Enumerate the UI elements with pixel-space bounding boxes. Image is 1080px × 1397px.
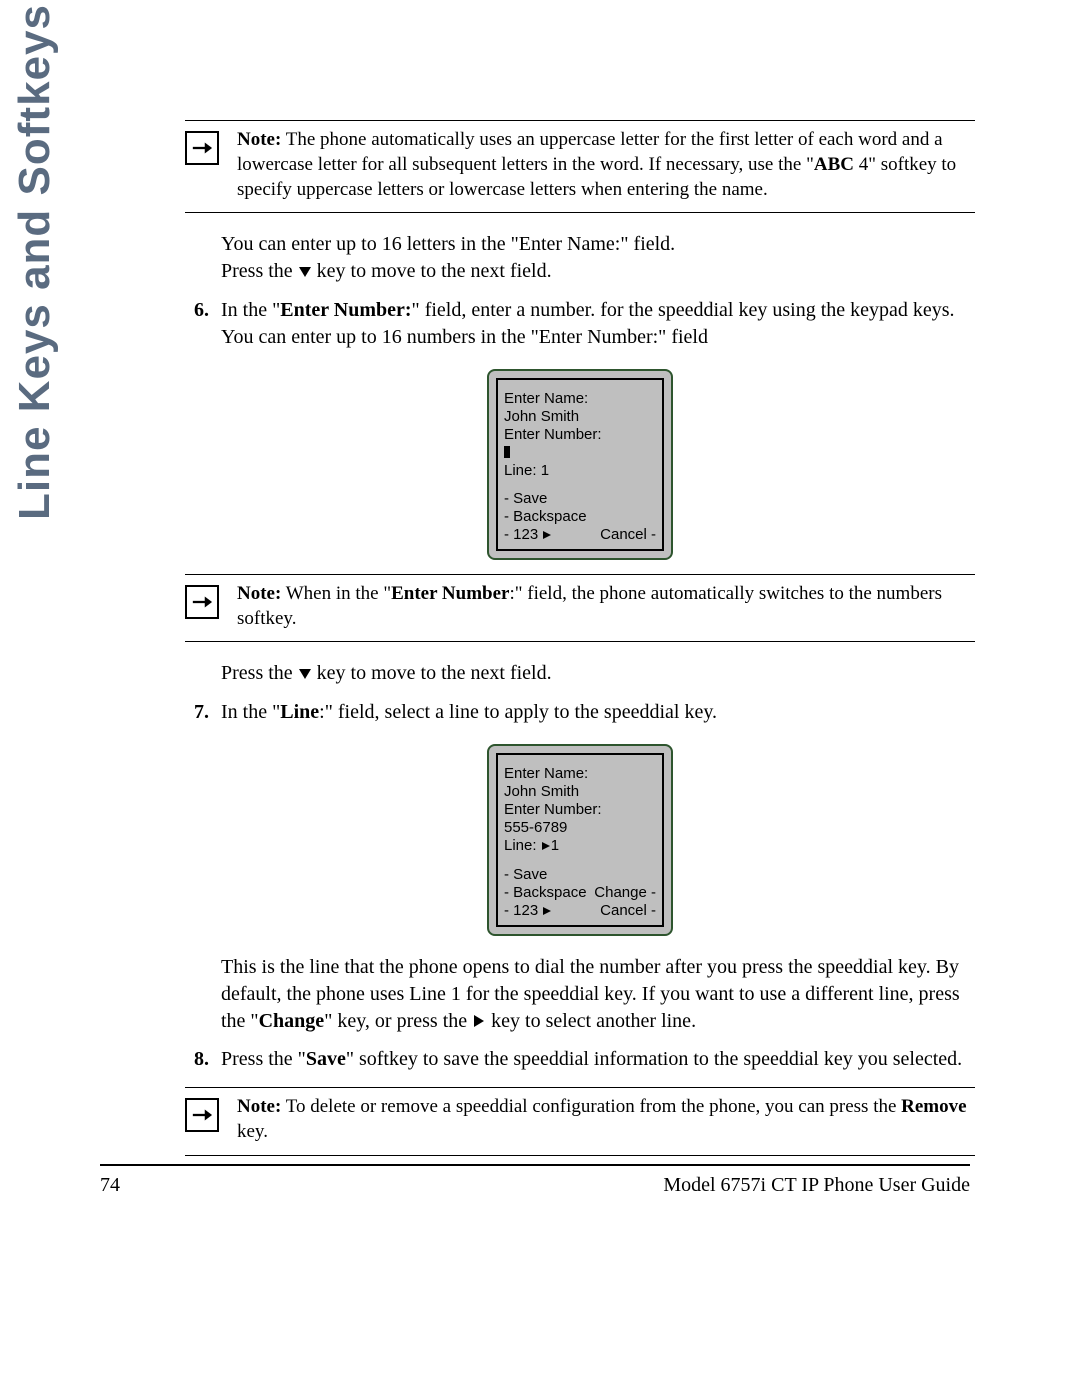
note-lead: Note: <box>237 129 281 150</box>
step-7: 7. In the "Line:" field, select a line t… <box>185 699 975 734</box>
right-arrow-icon <box>541 838 551 856</box>
screen-line-cursor <box>504 444 656 462</box>
para1b-post: key to move to the next field. <box>312 260 552 282</box>
t-bold: Line <box>280 701 319 723</box>
t-bold: Save <box>306 1048 346 1070</box>
page-number: 74 <box>100 1174 120 1197</box>
footer: 74 Model 6757i CT IP Phone User Guide <box>100 1164 970 1197</box>
note-lead: Note: <box>237 1096 281 1117</box>
screen-line: Enter Name: <box>504 390 656 408</box>
side-title: Line Keys and Softkeys <box>60 90 120 520</box>
right-arrow-icon <box>472 1009 486 1036</box>
t: key to move to the next field. <box>312 662 552 684</box>
phone-screen-2-wrap: Enter Name: John Smith Enter Number: 555… <box>185 744 975 936</box>
step-6: 6. In the "Enter Number:" field, enter a… <box>185 297 975 359</box>
softkey-123[interactable]: - 123 <box>504 902 552 921</box>
note-bold: ABC <box>814 154 854 175</box>
t: Line: <box>504 837 541 854</box>
softkey-save[interactable]: - Save <box>504 490 656 508</box>
screen-line: 555-6789 <box>504 819 656 837</box>
t: In the " <box>221 299 280 321</box>
screen-line: John Smith <box>504 783 656 801</box>
paragraph-2: Press the key to move to the next field. <box>221 660 975 689</box>
lbl: - 123 <box>504 526 538 543</box>
screen-line: Enter Name: <box>504 765 656 783</box>
softkey-save[interactable]: - Save <box>504 866 656 884</box>
note-block-1: Note: The phone automatically uses an up… <box>185 121 975 212</box>
content: Note: The phone automatically uses an up… <box>185 120 975 1156</box>
note-3-text: Note: To delete or remove a speeddial co… <box>237 1094 975 1144</box>
softkey-123[interactable]: - 123 <box>504 526 552 545</box>
t: Press the " <box>221 1048 306 1070</box>
down-arrow-icon <box>298 662 312 689</box>
t-bold: Enter Number <box>391 583 509 604</box>
t: To delete or remove a speeddial configur… <box>281 1096 901 1117</box>
note-block-3: Note: To delete or remove a speeddial co… <box>185 1088 975 1154</box>
t-bold: Remove <box>901 1096 966 1117</box>
softkey-cancel[interactable]: Cancel - <box>600 526 656 545</box>
rule <box>185 212 975 213</box>
step-text: In the "Line:" field, select a line to a… <box>221 699 975 734</box>
t: :" field, select a line to apply to the … <box>319 701 717 723</box>
side-title-text: Line Keys and Softkeys <box>10 4 60 520</box>
screen-line: Enter Number: <box>504 426 656 444</box>
down-arrow-icon <box>298 260 312 287</box>
t: When in the " <box>281 583 391 604</box>
t: key. <box>237 1121 268 1142</box>
softkey-cancel[interactable]: Cancel - <box>600 902 656 921</box>
right-arrow-icon <box>542 527 552 545</box>
t: Press the <box>221 662 298 684</box>
note-block-2: Note: When in the "Enter Number:" field,… <box>185 575 975 641</box>
step-text: Press the "Save" softkey to save the spe… <box>221 1046 975 1081</box>
step-text: In the "Enter Number:" field, enter a nu… <box>221 297 975 359</box>
arrow-right-icon <box>185 131 219 165</box>
paragraph-1: You can enter up to 16 letters in the "E… <box>221 231 975 287</box>
t: 1 <box>551 837 559 854</box>
page: Line Keys and Softkeys Note: The phone a… <box>0 0 1080 1397</box>
para1b-pre: Press the <box>221 260 298 282</box>
paragraph-3: This is the line that the phone opens to… <box>221 954 975 1036</box>
t: " key, or press the <box>324 1010 472 1032</box>
softkey-backspace[interactable]: - Backspace <box>504 884 587 902</box>
screen-line: Line: 1 <box>504 462 656 480</box>
step-number: 6. <box>185 297 209 359</box>
screen-line: John Smith <box>504 408 656 426</box>
note-1-text: Note: The phone automatically uses an up… <box>237 127 975 202</box>
arrow-right-icon <box>185 585 219 619</box>
softkey-backspace[interactable]: - Backspace <box>504 508 656 526</box>
t: key to select another line. <box>486 1010 696 1032</box>
note-2-text: Note: When in the "Enter Number:" field,… <box>237 581 975 631</box>
step-number: 7. <box>185 699 209 734</box>
arrow-right-icon <box>185 1098 219 1132</box>
step-number: 8. <box>185 1046 209 1081</box>
t-bold: Change <box>259 1010 325 1032</box>
t: In the " <box>221 701 280 723</box>
t-bold: Enter Number: <box>280 299 411 321</box>
phone-screen: Enter Name: John Smith Enter Number: 555… <box>496 753 664 927</box>
phone-frame: Enter Name: John Smith Enter Number: 555… <box>487 744 673 936</box>
rule <box>185 641 975 642</box>
rule <box>185 1155 975 1156</box>
screen-line-line: Line: 1 <box>504 837 656 856</box>
screen-line: Enter Number: <box>504 801 656 819</box>
footer-title: Model 6757i CT IP Phone User Guide <box>663 1174 970 1197</box>
step-8: 8. Press the "Save" softkey to save the … <box>185 1046 975 1081</box>
right-arrow-icon <box>542 903 552 921</box>
softkey-change[interactable]: Change - <box>594 884 656 902</box>
phone-frame: Enter Name: John Smith Enter Number: Lin… <box>487 369 673 560</box>
lbl: - 123 <box>504 902 538 919</box>
phone-screen-1-wrap: Enter Name: John Smith Enter Number: Lin… <box>185 369 975 560</box>
t: " softkey to save the speeddial informat… <box>346 1048 962 1070</box>
para1a: You can enter up to 16 letters in the "E… <box>221 233 675 255</box>
note-lead: Note: <box>237 583 281 604</box>
phone-screen: Enter Name: John Smith Enter Number: Lin… <box>496 378 664 551</box>
cursor-icon <box>504 446 510 458</box>
